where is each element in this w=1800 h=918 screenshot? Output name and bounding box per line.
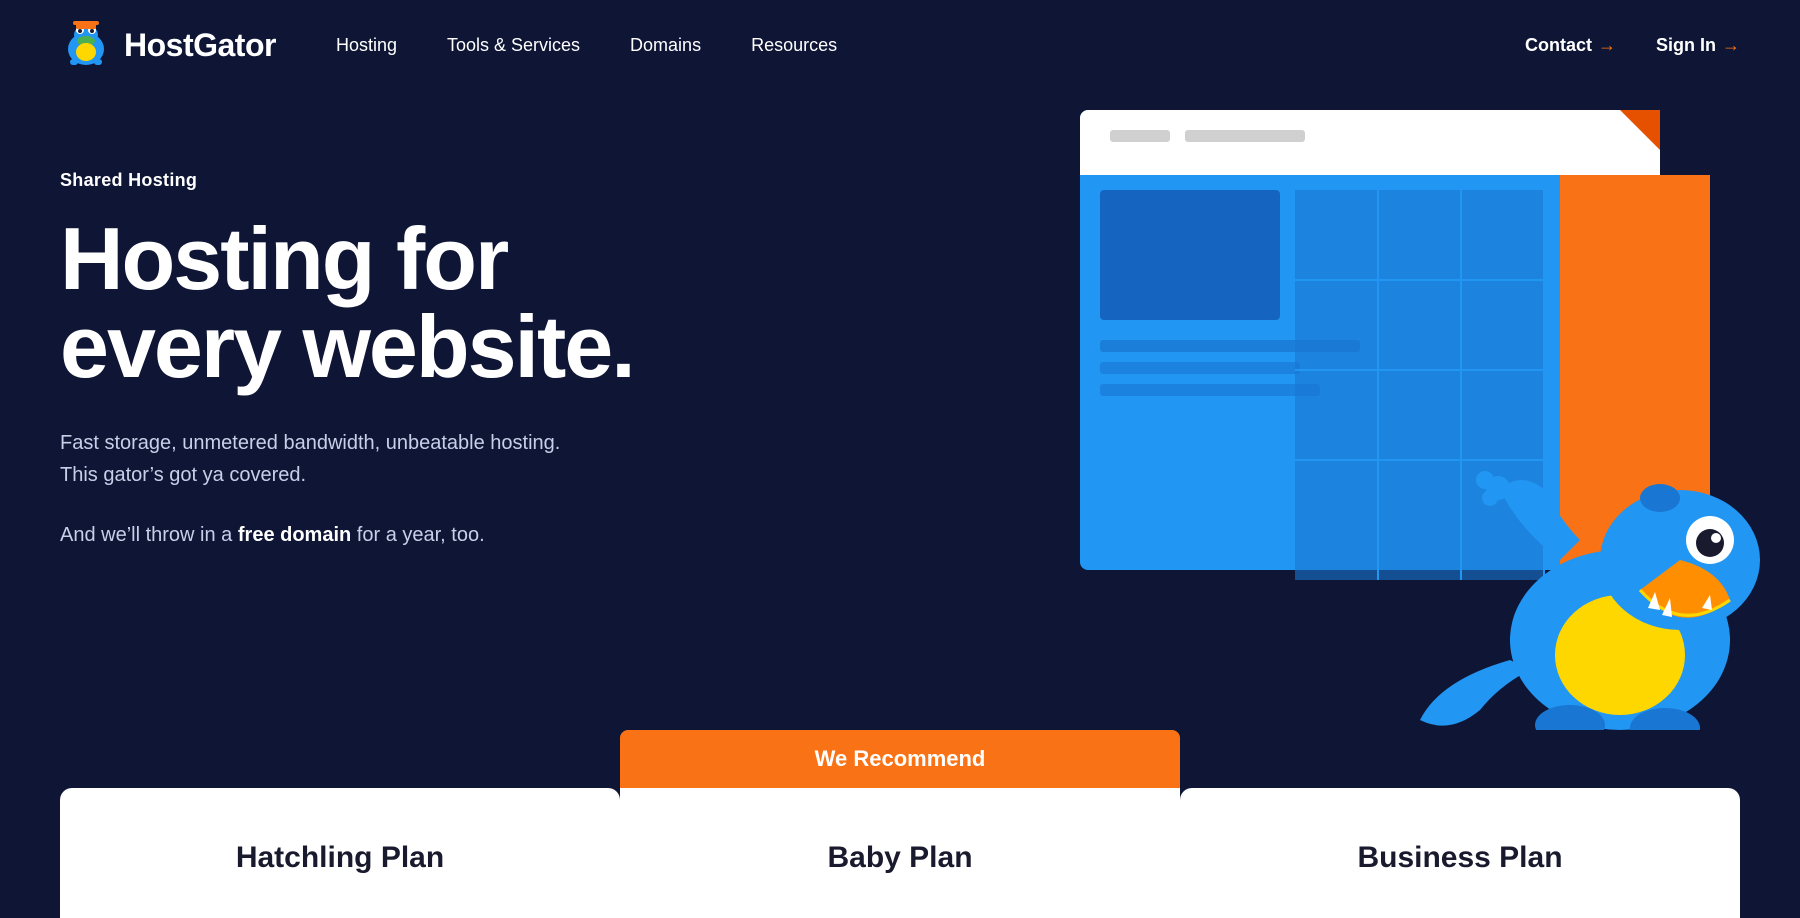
baby-card[interactable]: Baby Plan bbox=[620, 788, 1180, 918]
hero-svg bbox=[1000, 90, 1800, 730]
logo-icon bbox=[60, 19, 112, 71]
nav-hosting[interactable]: Hosting bbox=[336, 35, 397, 56]
nav-resources[interactable]: Resources bbox=[751, 35, 837, 56]
nav-tools-services[interactable]: Tools & Services bbox=[447, 35, 580, 56]
hero-title: Hosting for every website. bbox=[60, 215, 740, 391]
main-navigation: HostGator Hosting Tools & Services Domai… bbox=[0, 0, 1800, 90]
business-card-outer: Business Plan bbox=[1180, 748, 1740, 918]
pricing-section: Hatchling Plan We Recommend Baby Plan Bu… bbox=[0, 730, 1800, 918]
nav-links: Hosting Tools & Services Domains Resourc… bbox=[336, 35, 1525, 56]
logo-link[interactable]: HostGator bbox=[60, 19, 276, 71]
hero-free-domain: And we’ll throw in a free domain for a y… bbox=[60, 519, 580, 551]
nav-domains[interactable]: Domains bbox=[630, 35, 701, 56]
hero-illustration bbox=[1000, 90, 1800, 730]
hatchling-card-outer: Hatchling Plan bbox=[60, 748, 620, 918]
nav-right: Contact → Sign In → bbox=[1525, 35, 1740, 56]
hero-subtitle: Shared Hosting bbox=[60, 170, 740, 191]
logo-text: HostGator bbox=[124, 27, 276, 64]
business-card[interactable]: Business Plan bbox=[1180, 788, 1740, 918]
contact-link[interactable]: Contact → bbox=[1525, 35, 1616, 56]
hatchling-plan-title: Hatchling Plan bbox=[236, 841, 444, 875]
hatchling-card[interactable]: Hatchling Plan bbox=[60, 788, 620, 918]
sign-in-link[interactable]: Sign In → bbox=[1656, 35, 1740, 56]
hero-description: Fast storage, unmetered bandwidth, unbea… bbox=[60, 427, 580, 491]
we-recommend-badge: We Recommend bbox=[620, 730, 1180, 788]
business-plan-title: Business Plan bbox=[1357, 841, 1562, 875]
contact-arrow-icon: → bbox=[1598, 35, 1616, 56]
hero-content: Shared Hosting Hosting for every website… bbox=[60, 150, 740, 551]
baby-plan-title: Baby Plan bbox=[827, 841, 972, 875]
hero-section: Shared Hosting Hosting for every website… bbox=[0, 90, 1800, 730]
sign-in-arrow-icon: → bbox=[1722, 35, 1740, 56]
baby-card-wrapper: We Recommend Baby Plan bbox=[620, 730, 1180, 918]
